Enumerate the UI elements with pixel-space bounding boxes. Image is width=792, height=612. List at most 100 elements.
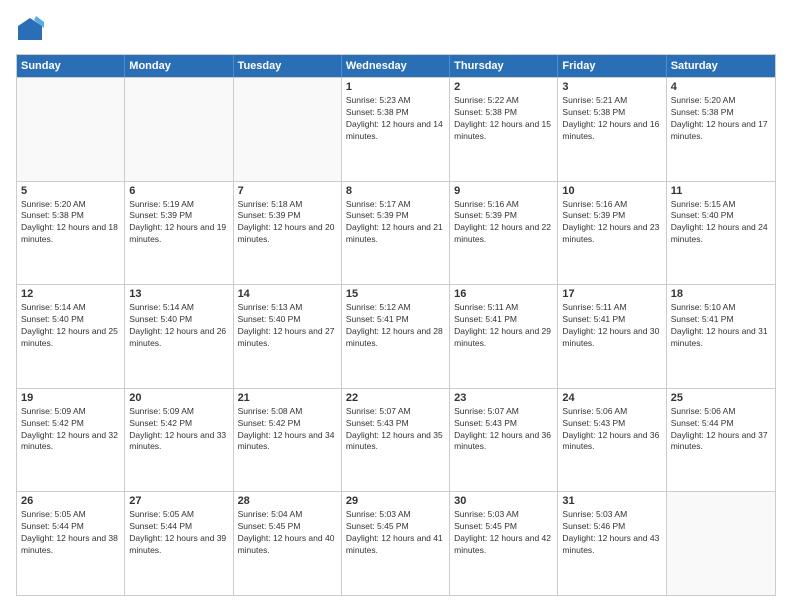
day-number: 18 xyxy=(671,288,771,300)
calendar-cell: 6 Sunrise: 5:19 AM Sunset: 5:39 PM Daylig… xyxy=(125,182,233,285)
calendar-cell: 1 Sunrise: 5:23 AM Sunset: 5:38 PM Daylig… xyxy=(342,78,450,181)
calendar-cell: 22 Sunrise: 5:07 AM Sunset: 5:43 PM Dayli… xyxy=(342,389,450,492)
day-info: Sunrise: 5:05 AM Sunset: 5:44 PM Dayligh… xyxy=(129,509,228,557)
calendar-cell: 20Sunrise: 5:09 AM Sunset: 5:42 PM Dayli… xyxy=(125,389,233,492)
calendar-cell: 24 Sunrise: 5:06 AM Sunset: 5:43 PM Dayli… xyxy=(558,389,666,492)
day-number: 14 xyxy=(238,288,337,300)
calendar-cell: 23 Sunrise: 5:07 AM Sunset: 5:43 PM Dayli… xyxy=(450,389,558,492)
calendar-row: 1 Sunrise: 5:23 AM Sunset: 5:38 PM Daylig… xyxy=(17,77,775,181)
day-number: 6 xyxy=(129,185,228,197)
day-number: 16 xyxy=(454,288,553,300)
page: SundayMondayTuesdayWednesdayThursdayFrid… xyxy=(0,0,792,612)
day-number: 23 xyxy=(454,392,553,404)
day-number: 8 xyxy=(346,185,445,197)
weekday-header: Friday xyxy=(558,55,666,77)
day-number: 9 xyxy=(454,185,553,197)
day-number: 1 xyxy=(346,81,445,93)
day-info: Sunrise: 5:07 AM Sunset: 5:43 PM Dayligh… xyxy=(454,406,553,454)
calendar-body: 1 Sunrise: 5:23 AM Sunset: 5:38 PM Daylig… xyxy=(17,77,775,595)
calendar-cell: 13 Sunrise: 5:14 AM Sunset: 5:40 PM Dayli… xyxy=(125,285,233,388)
day-number: 24 xyxy=(562,392,661,404)
day-number: 27 xyxy=(129,495,228,507)
day-info: Sunrise: 5:03 AM Sunset: 5:45 PM Dayligh… xyxy=(454,509,553,557)
calendar-header: SundayMondayTuesdayWednesdayThursdayFrid… xyxy=(17,55,775,77)
calendar-cell: 9 Sunrise: 5:16 AM Sunset: 5:39 PM Daylig… xyxy=(450,182,558,285)
weekday-header: Wednesday xyxy=(342,55,450,77)
day-info: Sunrise: 5:22 AM Sunset: 5:38 PM Dayligh… xyxy=(454,95,553,143)
day-info: Sunrise: 5:08 AM Sunset: 5:42 PM Dayligh… xyxy=(238,406,337,454)
day-info: Sunrise: 5:07 AM Sunset: 5:43 PM Dayligh… xyxy=(346,406,445,454)
day-number: 17 xyxy=(562,288,661,300)
day-number: 22 xyxy=(346,392,445,404)
day-number: 19 xyxy=(21,392,120,404)
calendar-cell: 21Sunrise: 5:08 AM Sunset: 5:42 PM Dayli… xyxy=(234,389,342,492)
calendar-cell: 19 Sunrise: 5:09 AM Sunset: 5:42 PM Dayli… xyxy=(17,389,125,492)
day-number: 28 xyxy=(238,495,337,507)
day-info: Sunrise: 5:20 AM Sunset: 5:38 PM Dayligh… xyxy=(21,199,120,247)
calendar-cell: 30Sunrise: 5:03 AM Sunset: 5:45 PM Dayli… xyxy=(450,492,558,595)
day-info: Sunrise: 5:14 AM Sunset: 5:40 PM Dayligh… xyxy=(21,302,120,350)
day-info: Sunrise: 5:03 AM Sunset: 5:46 PM Dayligh… xyxy=(562,509,661,557)
calendar-cell xyxy=(234,78,342,181)
day-info: Sunrise: 5:06 AM Sunset: 5:43 PM Dayligh… xyxy=(562,406,661,454)
day-info: Sunrise: 5:19 AM Sunset: 5:39 PM Dayligh… xyxy=(129,199,228,247)
calendar-cell: 5 Sunrise: 5:20 AM Sunset: 5:38 PM Daylig… xyxy=(17,182,125,285)
calendar-row: 19 Sunrise: 5:09 AM Sunset: 5:42 PM Dayli… xyxy=(17,388,775,492)
calendar-cell xyxy=(17,78,125,181)
weekday-header: Monday xyxy=(125,55,233,77)
calendar-cell: 7 Sunrise: 5:18 AM Sunset: 5:39 PM Daylig… xyxy=(234,182,342,285)
calendar: SundayMondayTuesdayWednesdayThursdayFrid… xyxy=(16,54,776,596)
calendar-cell: 16 Sunrise: 5:11 AM Sunset: 5:41 PM Dayli… xyxy=(450,285,558,388)
day-number: 4 xyxy=(671,81,771,93)
day-info: Sunrise: 5:17 AM Sunset: 5:39 PM Dayligh… xyxy=(346,199,445,247)
day-number: 10 xyxy=(562,185,661,197)
calendar-row: 12 Sunrise: 5:14 AM Sunset: 5:40 PM Dayli… xyxy=(17,284,775,388)
day-info: Sunrise: 5:11 AM Sunset: 5:41 PM Dayligh… xyxy=(454,302,553,350)
logo-icon xyxy=(16,16,44,44)
day-info: Sunrise: 5:05 AM Sunset: 5:44 PM Dayligh… xyxy=(21,509,120,557)
day-info: Sunrise: 5:21 AM Sunset: 5:38 PM Dayligh… xyxy=(562,95,661,143)
day-number: 7 xyxy=(238,185,337,197)
day-number: 29 xyxy=(346,495,445,507)
calendar-cell xyxy=(667,492,775,595)
weekday-header: Thursday xyxy=(450,55,558,77)
day-info: Sunrise: 5:23 AM Sunset: 5:38 PM Dayligh… xyxy=(346,95,445,143)
day-info: Sunrise: 5:20 AM Sunset: 5:38 PM Dayligh… xyxy=(671,95,771,143)
day-info: Sunrise: 5:06 AM Sunset: 5:44 PM Dayligh… xyxy=(671,406,771,454)
calendar-cell xyxy=(125,78,233,181)
calendar-cell: 2 Sunrise: 5:22 AM Sunset: 5:38 PM Daylig… xyxy=(450,78,558,181)
day-info: Sunrise: 5:09 AM Sunset: 5:42 PM Dayligh… xyxy=(21,406,120,454)
calendar-cell: 8 Sunrise: 5:17 AM Sunset: 5:39 PM Daylig… xyxy=(342,182,450,285)
calendar-row: 5 Sunrise: 5:20 AM Sunset: 5:38 PM Daylig… xyxy=(17,181,775,285)
day-info: Sunrise: 5:14 AM Sunset: 5:40 PM Dayligh… xyxy=(129,302,228,350)
calendar-cell: 15Sunrise: 5:12 AM Sunset: 5:41 PM Dayli… xyxy=(342,285,450,388)
calendar-cell: 29 Sunrise: 5:03 AM Sunset: 5:45 PM Dayli… xyxy=(342,492,450,595)
calendar-cell: 27 Sunrise: 5:05 AM Sunset: 5:44 PM Dayli… xyxy=(125,492,233,595)
calendar-cell: 25Sunrise: 5:06 AM Sunset: 5:44 PM Dayli… xyxy=(667,389,775,492)
day-number: 11 xyxy=(671,185,771,197)
day-info: Sunrise: 5:18 AM Sunset: 5:39 PM Dayligh… xyxy=(238,199,337,247)
day-number: 26 xyxy=(21,495,120,507)
day-info: Sunrise: 5:15 AM Sunset: 5:40 PM Dayligh… xyxy=(671,199,771,247)
day-number: 5 xyxy=(21,185,120,197)
header xyxy=(16,16,776,44)
calendar-cell: 10 Sunrise: 5:16 AM Sunset: 5:39 PM Dayli… xyxy=(558,182,666,285)
calendar-cell: 11 Sunrise: 5:15 AM Sunset: 5:40 PM Dayli… xyxy=(667,182,775,285)
day-number: 2 xyxy=(454,81,553,93)
day-number: 13 xyxy=(129,288,228,300)
calendar-cell: 3 Sunrise: 5:21 AM Sunset: 5:38 PM Daylig… xyxy=(558,78,666,181)
calendar-cell: 18Sunrise: 5:10 AM Sunset: 5:41 PM Dayli… xyxy=(667,285,775,388)
day-info: Sunrise: 5:16 AM Sunset: 5:39 PM Dayligh… xyxy=(454,199,553,247)
weekday-header: Tuesday xyxy=(234,55,342,77)
day-info: Sunrise: 5:16 AM Sunset: 5:39 PM Dayligh… xyxy=(562,199,661,247)
calendar-row: 26 Sunrise: 5:05 AM Sunset: 5:44 PM Dayli… xyxy=(17,491,775,595)
calendar-cell: 26 Sunrise: 5:05 AM Sunset: 5:44 PM Dayli… xyxy=(17,492,125,595)
day-number: 12 xyxy=(21,288,120,300)
calendar-cell: 31Sunrise: 5:03 AM Sunset: 5:46 PM Dayli… xyxy=(558,492,666,595)
logo xyxy=(16,16,48,44)
weekday-header: Sunday xyxy=(17,55,125,77)
day-info: Sunrise: 5:12 AM Sunset: 5:41 PM Dayligh… xyxy=(346,302,445,350)
day-info: Sunrise: 5:03 AM Sunset: 5:45 PM Dayligh… xyxy=(346,509,445,557)
day-number: 3 xyxy=(562,81,661,93)
day-info: Sunrise: 5:04 AM Sunset: 5:45 PM Dayligh… xyxy=(238,509,337,557)
